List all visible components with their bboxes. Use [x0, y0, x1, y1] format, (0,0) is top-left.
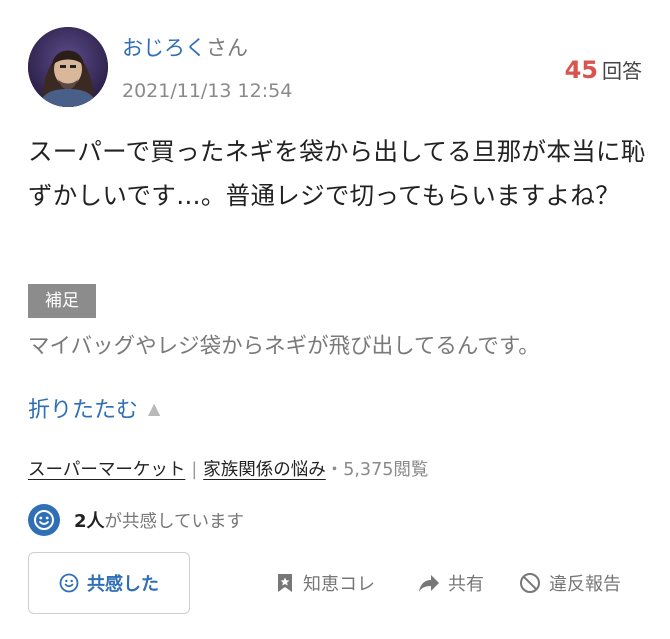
- empathy-button[interactable]: 共感した: [28, 552, 190, 614]
- avatar-image: [28, 27, 108, 107]
- smile-icon: [28, 504, 60, 536]
- category-separator: |: [191, 460, 198, 480]
- post-date: 2021/11/13 12:54: [122, 80, 293, 102]
- share-button[interactable]: 共有: [418, 566, 484, 600]
- category-link-family[interactable]: 家族関係の悩み: [203, 460, 326, 480]
- triangle-up-icon: ▲: [148, 399, 161, 418]
- share-label: 共有: [448, 574, 484, 595]
- question-text: スーパーで買ったネギを袋から出してる旦那が本当に恥ずかしいです…。普通レジで切っ…: [28, 137, 646, 210]
- empathy-button-label: 共感した: [87, 574, 159, 595]
- prohibited-icon: [520, 573, 540, 593]
- answer-count-number: 45: [564, 56, 598, 84]
- smile-outline-icon: [59, 573, 79, 593]
- collapse-toggle[interactable]: 折りたたむ ▲: [28, 392, 160, 424]
- collapse-label: 折りたたむ: [28, 398, 139, 423]
- chiekore-label: 知恵コレ: [303, 574, 375, 595]
- view-count: ・5,375閲覧: [325, 460, 429, 480]
- empathy-summary: 2人 が共感しています: [28, 503, 244, 537]
- chiekore-button[interactable]: 知恵コレ: [275, 566, 375, 600]
- report-button[interactable]: 違反報告: [519, 566, 621, 600]
- author-suffix: さん: [206, 36, 248, 60]
- empathy-count-label: が共感しています: [104, 511, 245, 532]
- author-name-link[interactable]: おじろく: [122, 36, 206, 60]
- report-label: 違反報告: [549, 574, 621, 595]
- category-link-supermarket[interactable]: スーパーマーケット: [28, 460, 185, 480]
- supplement-text: マイバッグやレジ袋からネギが飛び出してるんです。: [28, 334, 540, 359]
- avatar[interactable]: [28, 27, 108, 107]
- category-line: スーパーマーケット | 家族関係の悩み・5,375閲覧: [28, 456, 428, 481]
- share-arrow-icon: [419, 575, 439, 592]
- supplement-tag: 補足: [28, 284, 96, 318]
- bookmark-star-icon: [278, 574, 292, 592]
- answer-count-label: 回答: [602, 59, 642, 83]
- empathy-count: 2人: [74, 511, 105, 532]
- answer-count[interactable]: 45 回答: [565, 55, 642, 84]
- author-name-line: おじろくさん: [122, 32, 248, 62]
